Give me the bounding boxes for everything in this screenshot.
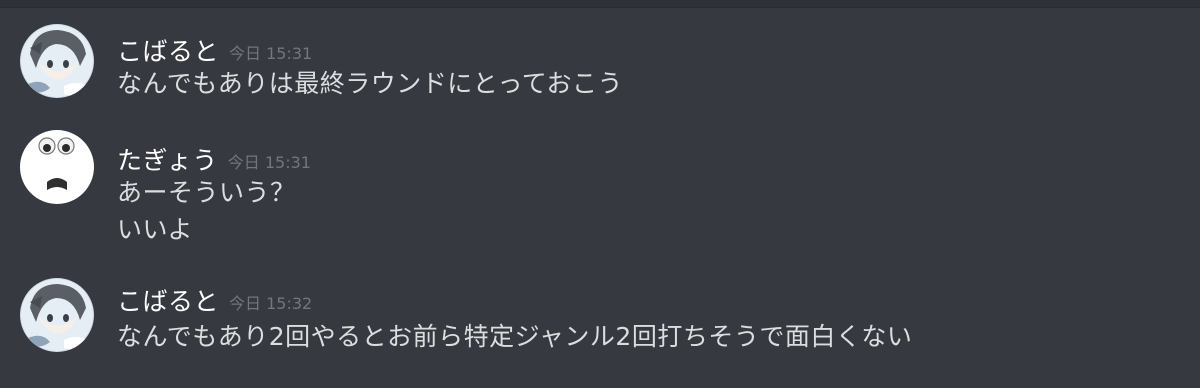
- message-timestamp[interactable]: 今日 15:31: [228, 153, 311, 172]
- message-header: たぎょう 今日 15:31: [117, 141, 311, 177]
- message-timestamp[interactable]: 今日 15:32: [229, 294, 312, 313]
- surprised-face-avatar-icon[interactable]: [20, 130, 94, 204]
- author-name[interactable]: たぎょう: [117, 146, 218, 175]
- message-text: なんでもありは最終ラウンドにとっておこう: [117, 69, 624, 98]
- message-timestamp[interactable]: 今日 15:31: [229, 44, 312, 63]
- message-header: こばると 今日 15:32: [117, 282, 312, 318]
- anime-character-avatar-icon[interactable]: [20, 24, 94, 98]
- chat-messages: こばると 今日 15:31 なんでもありは最終ラウンドにとっておこう たぎょう 今日…: [0, 0, 1200, 388]
- message-text: あーそういう？: [117, 178, 296, 207]
- message-text: なんでもあり2回やるとお前ら特定ジャンル2回打ちそうで面白くない: [117, 322, 913, 351]
- author-name[interactable]: こばると: [117, 287, 219, 316]
- message-header: こばると 今日 15:31: [117, 32, 312, 68]
- anime-character-avatar-icon[interactable]: [20, 278, 94, 352]
- author-name[interactable]: こばると: [117, 37, 219, 66]
- message-text: いいよ: [117, 215, 194, 244]
